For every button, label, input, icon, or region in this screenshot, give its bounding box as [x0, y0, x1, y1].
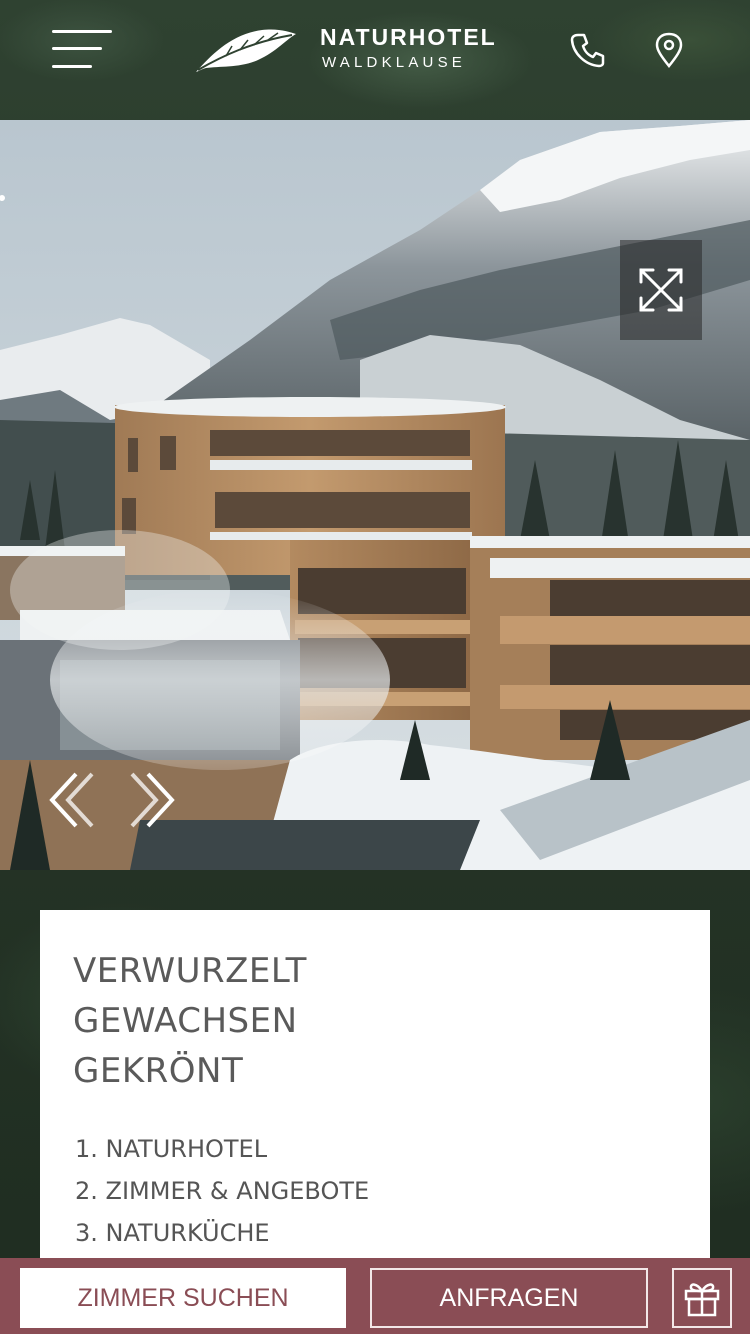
map-pin-icon[interactable] [651, 32, 687, 68]
search-rooms-button[interactable]: ZIMMER SUCHEN [20, 1268, 346, 1328]
inquire-button[interactable]: ANFRAGEN [370, 1268, 648, 1328]
intro-title: VERWURZELT GEWACHSEN GEKRÖNT [73, 946, 307, 1096]
list-item-naturhotel[interactable]: 1. NATURHOTEL [75, 1128, 369, 1170]
chevron-left-icon[interactable] [46, 768, 98, 832]
hotel-logo[interactable]: NATURHOTEL WALDKLAUSE [192, 22, 522, 78]
hamburger-menu-icon[interactable] [52, 30, 112, 70]
leaf-logo-icon [196, 29, 296, 72]
list-item-naturkueche[interactable]: 3. NATURKÜCHE [75, 1212, 369, 1254]
site-header: NATURHOTEL WALDKLAUSE [0, 0, 750, 120]
expand-icon [639, 268, 683, 312]
gift-icon [684, 1283, 720, 1317]
hero-image-slider[interactable] [0, 120, 750, 870]
section-links-list: 1. NATURHOTEL 2. ZIMMER & ANGEBOTE 3. NA… [75, 1128, 369, 1254]
intro-card: VERWURZELT GEWACHSEN GEKRÖNT 1. NATURHOT… [40, 910, 710, 1290]
hotel-photo [0, 120, 750, 870]
title-line: GEWACHSEN [73, 1001, 298, 1041]
title-line: VERWURZELT [73, 951, 307, 991]
chevron-right-icon[interactable] [126, 768, 178, 832]
phone-icon[interactable] [570, 32, 606, 68]
gift-voucher-button[interactable] [672, 1268, 732, 1328]
title-line: GEKRÖNT [73, 1051, 244, 1091]
logo-subtitle: WALDKLAUSE [322, 54, 466, 71]
list-item-rooms-offers[interactable]: 2. ZIMMER & ANGEBOTE [75, 1170, 369, 1212]
fullscreen-button[interactable] [620, 240, 702, 340]
logo-name: NATURHOTEL [320, 24, 497, 50]
bottom-action-bar: ZIMMER SUCHEN ANFRAGEN [0, 1258, 750, 1334]
